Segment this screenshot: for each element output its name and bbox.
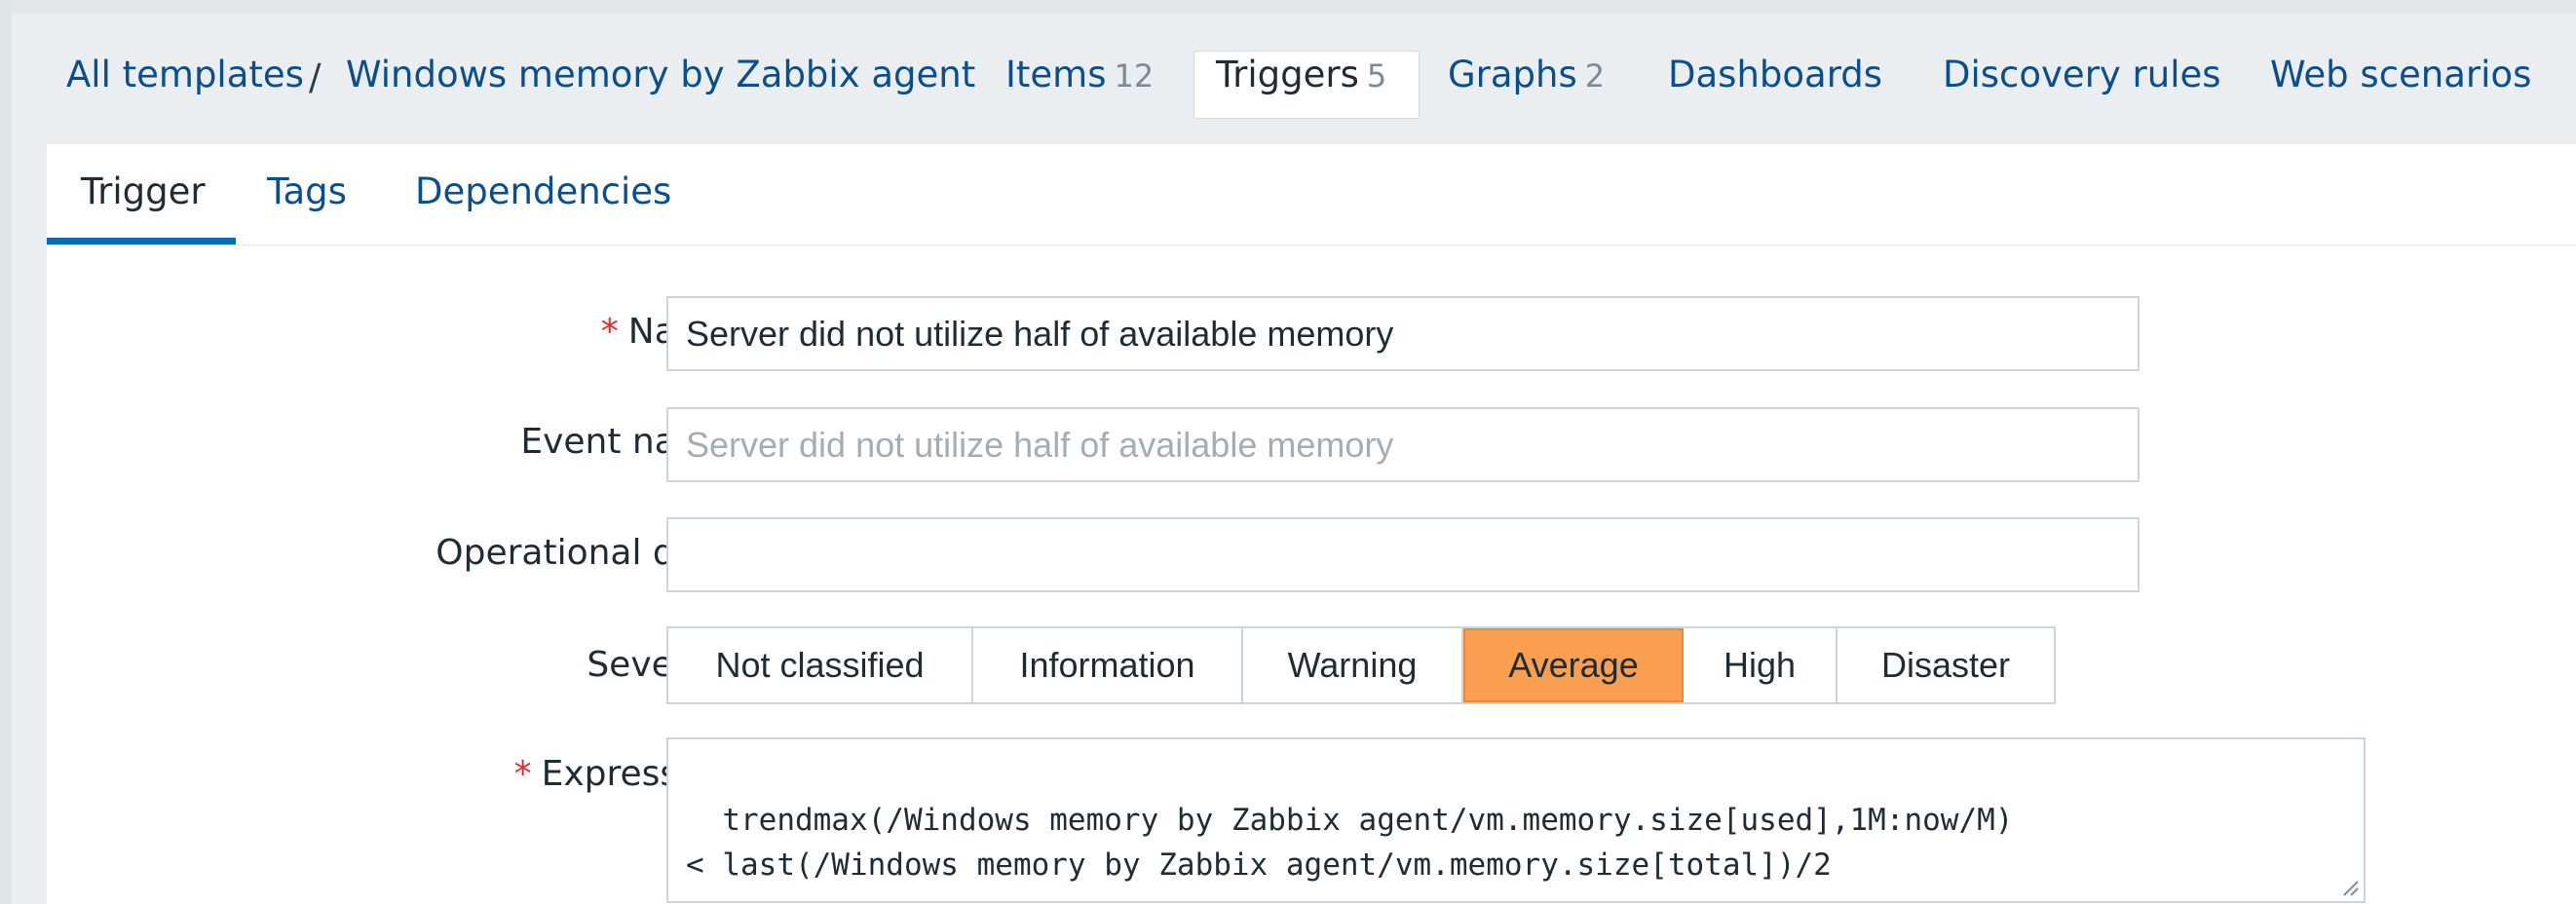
active-tab-underline <box>47 238 236 245</box>
left-sidebar-edge <box>0 0 12 904</box>
nav-items-link[interactable]: Items 12 <box>1005 56 1154 93</box>
tab-trigger[interactable]: Trigger <box>81 173 206 209</box>
operational-data-input[interactable] <box>666 517 2140 592</box>
resize-grip-icon[interactable] <box>2338 876 2360 897</box>
nav-triggers-label: Triggers <box>1216 54 1359 95</box>
required-marker: * <box>600 312 619 352</box>
nav-triggers-count: 5 <box>1366 57 1387 94</box>
required-marker: * <box>513 754 532 794</box>
expression-textarea[interactable]: trendmax(/Windows memory by Zabbix agent… <box>666 737 2366 903</box>
template-nav-bar: All templates / Windows memory by Zabbix… <box>12 0 2576 144</box>
nav-items-label: Items <box>1005 54 1107 95</box>
severity-high-button[interactable]: High <box>1684 628 1837 702</box>
event-name-input[interactable] <box>666 407 2140 482</box>
severity-disaster-button[interactable]: Disaster <box>1837 628 2054 702</box>
nav-dashboards-link[interactable]: Dashboards <box>1668 56 1882 93</box>
nav-items-count: 12 <box>1114 57 1155 94</box>
breadcrumb-all-templates[interactable]: All templates <box>66 56 304 93</box>
name-input[interactable] <box>666 296 2140 371</box>
nav-triggers-link[interactable]: Triggers 5 <box>1216 56 1386 93</box>
severity-selector: Not classified Information Warning Avera… <box>666 626 2056 704</box>
nav-graphs-count: 2 <box>1584 57 1606 94</box>
form-tabs: Trigger Tags Dependencies <box>47 144 2576 245</box>
nav-discovery-rules-link[interactable]: Discovery rules <box>1943 56 2221 93</box>
breadcrumb-template-name[interactable]: Windows memory by Zabbix agent <box>346 56 975 93</box>
nav-graphs-link[interactable]: Graphs 2 <box>1448 56 1605 93</box>
expression-text: trendmax(/Windows memory by Zabbix agent… <box>686 803 2014 883</box>
tab-dependencies[interactable]: Dependencies <box>415 173 671 209</box>
nav-graphs-label: Graphs <box>1448 54 1577 95</box>
nav-web-scenarios-link[interactable]: Web scenarios <box>2270 56 2531 93</box>
severity-not-classified-button[interactable]: Not classified <box>668 628 973 702</box>
severity-average-button[interactable]: Average <box>1463 628 1684 702</box>
severity-information-button[interactable]: Information <box>973 628 1243 702</box>
tab-tags[interactable]: Tags <box>267 173 347 209</box>
breadcrumb-separator: / <box>309 56 322 98</box>
severity-warning-button[interactable]: Warning <box>1243 628 1463 702</box>
